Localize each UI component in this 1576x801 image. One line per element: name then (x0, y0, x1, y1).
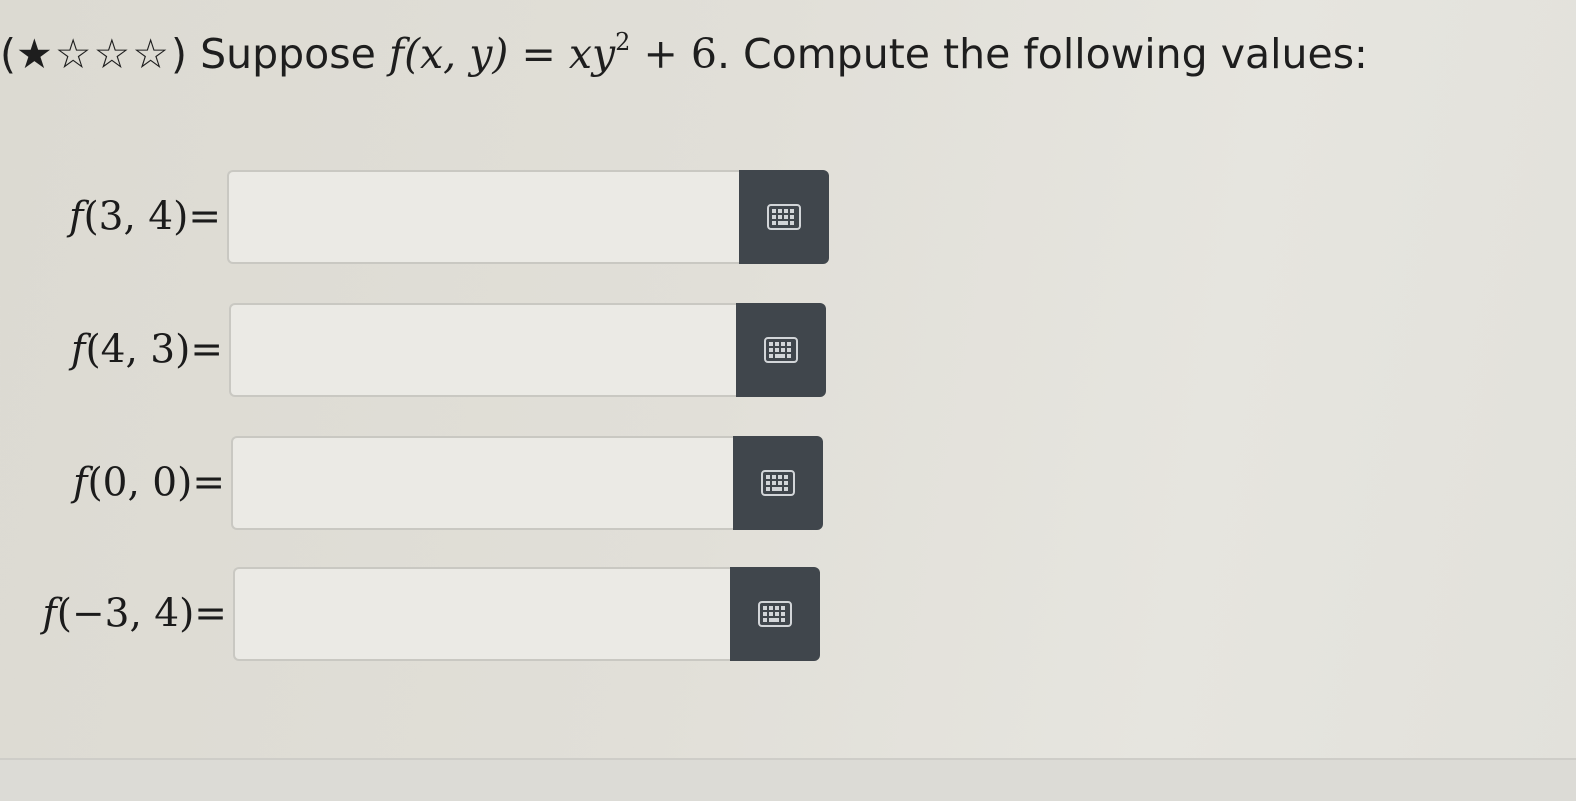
math-keyboard-button[interactable] (736, 303, 826, 397)
keypad-icon (764, 337, 798, 363)
keypad-icon (767, 204, 801, 230)
question-intro: Suppose (200, 30, 376, 78)
answer-input[interactable] (231, 436, 733, 530)
answer-label: f(−3, 4)= (42, 591, 227, 637)
math-keyboard-button[interactable] (730, 567, 820, 661)
keypad-icon (758, 601, 792, 627)
keypad-icon (761, 470, 795, 496)
page-bottom-divider (0, 758, 1576, 801)
star-empty-icons: ☆☆☆ (54, 30, 172, 78)
question-prompt: (★☆☆☆) Suppose f(x, y) = xy2 + 6. Comput… (0, 30, 1368, 75)
answer-input[interactable] (233, 567, 730, 661)
star-filled-icon: ★ (16, 30, 55, 78)
difficulty-rating: (★☆☆☆) (0, 30, 188, 78)
expression-exponent: 2 (615, 28, 631, 56)
function-args: (x, y) (404, 30, 509, 78)
expression-tail: + 6 (643, 30, 717, 78)
answer-input[interactable] (227, 170, 739, 264)
expression-base: xy (568, 30, 616, 78)
math-keyboard-button[interactable] (733, 436, 823, 530)
answer-row-1: f(3, 4)= (69, 170, 829, 264)
answer-input[interactable] (229, 303, 736, 397)
answer-row-3: f(0, 0)= (73, 436, 823, 530)
answer-label: f(0, 0)= (73, 460, 225, 506)
question-outro: . Compute the following values: (716, 30, 1368, 78)
function-name: f (388, 30, 405, 78)
answer-label: f(3, 4)= (69, 194, 221, 240)
equals-sign: = (521, 30, 556, 78)
function-formula: f(x, y) = xy2 + 6 (389, 30, 717, 78)
answer-label: f(4, 3)= (71, 327, 223, 373)
answer-row-4: f(−3, 4)= (42, 567, 820, 661)
math-keyboard-button[interactable] (739, 170, 829, 264)
answer-row-2: f(4, 3)= (71, 303, 826, 397)
